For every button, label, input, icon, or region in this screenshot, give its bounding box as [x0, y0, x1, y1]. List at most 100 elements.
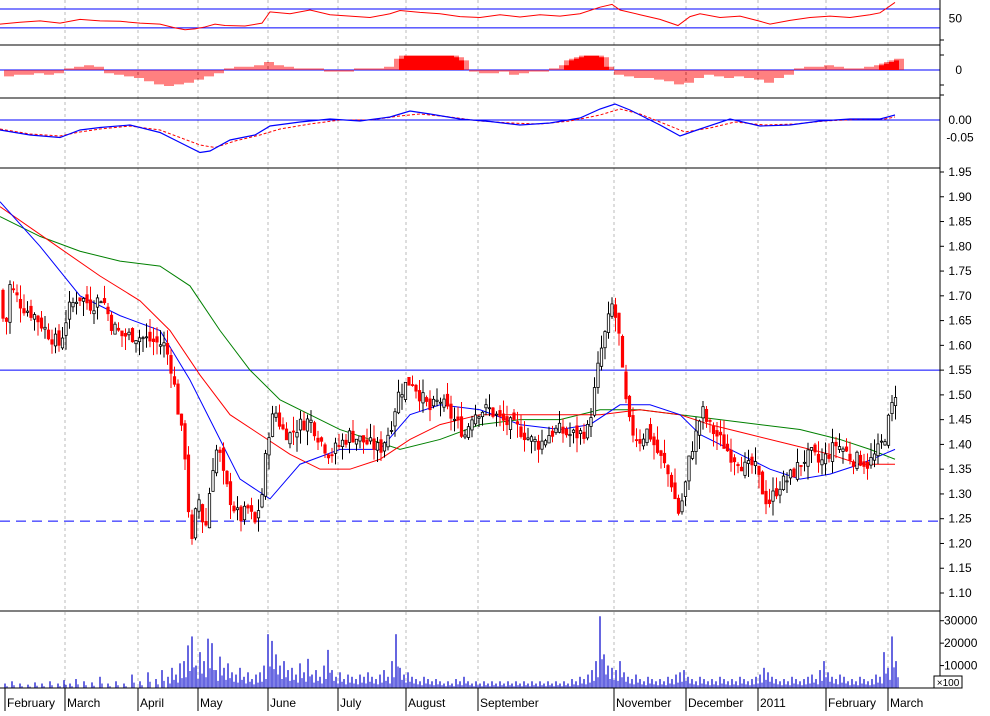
candle-body: [53, 333, 58, 347]
month-label: February: [7, 696, 55, 710]
candle-body: [179, 413, 184, 426]
candle-body: [228, 481, 233, 506]
price-tick-label: 1.55: [948, 363, 972, 377]
candle-body: [781, 475, 786, 491]
candle-body: [109, 314, 114, 331]
candle-body: [333, 442, 338, 454]
candle-body: [260, 494, 264, 508]
candle-body: [78, 297, 82, 302]
candle-body: [606, 313, 611, 333]
candle-body: [757, 465, 761, 475]
candle-body: [746, 460, 751, 464]
candle-body: [29, 305, 33, 318]
candle-body: [445, 393, 450, 407]
candle-body: [673, 482, 677, 500]
candle-body: [543, 440, 548, 446]
candle-body: [183, 423, 187, 460]
candle-body: [722, 434, 726, 449]
candle-body: [120, 330, 124, 337]
candle-body: [627, 395, 632, 418]
candle-body: [792, 468, 796, 478]
candle-body: [620, 336, 625, 368]
rsi-line: [0, 2, 896, 31]
candle-body: [505, 416, 509, 426]
candle-body: [498, 410, 502, 417]
price-tick-label: 1.10: [948, 586, 972, 600]
candle-body: [207, 493, 212, 529]
candle-body: [403, 381, 408, 400]
candle-body: [848, 453, 852, 461]
candle-body: [431, 398, 436, 407]
rsi-tick-label: 50: [949, 11, 963, 25]
candle-body: [659, 450, 663, 456]
candle-body: [638, 439, 642, 444]
candle-body: [323, 444, 327, 454]
price-tick-label: 1.35: [948, 462, 972, 476]
histogram-panel: [0, 55, 940, 86]
candle-body: [407, 376, 411, 386]
candle-body: [704, 408, 709, 422]
candle-body: [396, 391, 401, 414]
month-label: March: [890, 696, 923, 710]
macd-tick-label: -0.05: [946, 131, 974, 145]
price-tick-label: 1.65: [948, 314, 972, 328]
candle-body: [144, 336, 149, 339]
candle-body: [631, 415, 635, 436]
price-tick-label: 1.20: [948, 536, 972, 550]
candle-body: [158, 344, 163, 347]
candle-body: [711, 425, 716, 435]
candle-body: [22, 308, 26, 314]
ma-mid-line: [0, 206, 895, 470]
candle-body: [291, 430, 296, 433]
candle-body: [95, 297, 100, 308]
month-label: November: [616, 696, 671, 710]
candle-body: [106, 306, 110, 315]
chart-svg: 50 0 0.00 -0.05 1.95 1.90 1.85 1.80 1.75 1.70 1.65…: [0, 0, 978, 711]
candle-body: [557, 422, 562, 433]
candle-body: [827, 454, 831, 459]
candle-body: [533, 439, 537, 443]
month-label: August: [408, 696, 446, 710]
candle-body: [242, 505, 247, 521]
candle-body: [417, 390, 422, 402]
price-tick-label: 1.75: [948, 264, 972, 278]
candle-body: [456, 416, 460, 421]
candle-body: [235, 507, 240, 511]
candle-body: [508, 417, 513, 430]
candle-body: [200, 504, 205, 523]
month-label: May: [200, 696, 223, 710]
candle-body: [428, 398, 432, 411]
candle-body: [190, 514, 194, 539]
candle-body: [340, 439, 345, 448]
price-tick-label: 1.25: [948, 512, 972, 526]
candle-body: [536, 440, 541, 450]
candle-body: [890, 402, 894, 415]
candle-body: [529, 436, 534, 442]
candle-body: [298, 418, 303, 431]
volume-tick-label: 30000: [944, 614, 978, 628]
candle-body: [851, 461, 856, 467]
candle-body: [473, 414, 478, 425]
candle-body: [295, 432, 299, 438]
candle-body: [449, 403, 453, 419]
candle-body: [575, 425, 579, 439]
candle-body: [788, 469, 793, 479]
candle-body: [379, 439, 383, 453]
candle-body: [18, 298, 23, 309]
month-label: 2011: [760, 696, 786, 710]
candle-body: [841, 448, 845, 452]
candle-body: [582, 431, 586, 439]
candle-body: [459, 416, 464, 437]
candle-body: [186, 454, 191, 513]
candle-body: [522, 432, 527, 441]
candle-body: [547, 435, 551, 444]
candle-body: [855, 451, 859, 469]
candle-body: [844, 446, 849, 452]
candle-body: [564, 428, 569, 436]
price-tick-label: 1.15: [948, 561, 972, 575]
candle-body: [375, 442, 380, 451]
candle-body: [487, 407, 492, 410]
candle-body: [281, 424, 285, 430]
candle-body: [652, 436, 656, 446]
candle-body: [330, 454, 334, 457]
